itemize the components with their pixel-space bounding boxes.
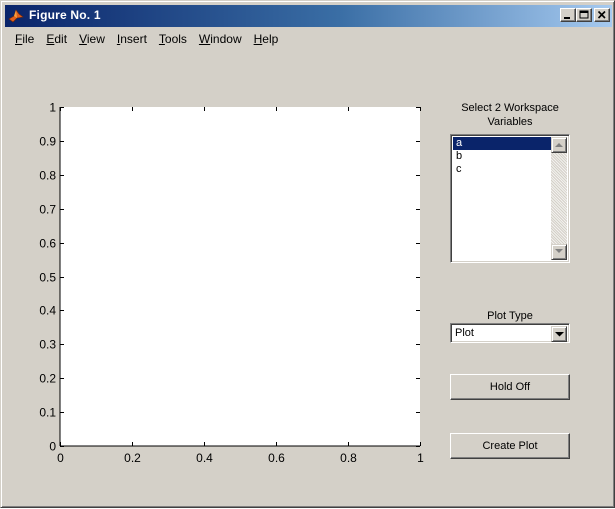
variable-item-b[interactable]: b <box>453 150 553 163</box>
scroll-up-button[interactable] <box>551 137 567 153</box>
plot-area <box>60 107 420 446</box>
listbox-scrollbar[interactable] <box>551 137 567 260</box>
plot-type-label: Plot Type <box>487 310 533 322</box>
hold-off-button[interactable]: Hold Off <box>450 374 570 400</box>
y-tick-label: 0.9 <box>39 135 56 149</box>
y-tick-label: 0.6 <box>39 237 56 251</box>
y-tick-label: 0.2 <box>39 372 56 386</box>
variable-item-a[interactable]: a <box>453 137 553 150</box>
arrow-down-icon <box>555 249 563 253</box>
x-tick-label: 1 <box>417 451 424 465</box>
figure-window: Figure No. 1 File Edit View Insert Tools… <box>0 0 615 508</box>
variable-item-c[interactable]: c <box>453 163 553 176</box>
variable-list: abc <box>453 137 553 176</box>
y-tick-label: 0.7 <box>39 203 56 217</box>
y-tick-label: 0.3 <box>39 338 56 352</box>
x-tick-label: 0.6 <box>268 451 285 465</box>
y-tick-label: 1 <box>49 101 56 115</box>
chevron-down-icon <box>555 332 564 337</box>
plot-type-dropdown[interactable]: Plot <box>450 323 570 343</box>
listbox-label-line1: Select 2 Workspace <box>461 102 559 114</box>
x-tick-label: 0.8 <box>340 451 357 465</box>
arrow-up-icon <box>555 143 563 147</box>
x-tick-label: 0.2 <box>124 451 141 465</box>
dropdown-button[interactable] <box>551 326 567 342</box>
y-tick-label: 0.1 <box>39 406 56 420</box>
x-tick-label: 0.4 <box>196 451 213 465</box>
y-tick-label: 0.5 <box>39 271 56 285</box>
y-tick-label: 0.8 <box>39 169 56 183</box>
listbox-label-line2: Variables <box>487 116 533 128</box>
workspace-variables-listbox[interactable]: abc <box>450 134 570 263</box>
y-tick-label: 0.4 <box>39 304 56 318</box>
scroll-down-button[interactable] <box>551 244 567 260</box>
y-tick-label: 0 <box>49 440 56 454</box>
plot-type-value: Plot <box>455 327 474 339</box>
x-tick-label: 0 <box>57 451 64 465</box>
create-plot-button[interactable]: Create Plot <box>450 433 570 459</box>
